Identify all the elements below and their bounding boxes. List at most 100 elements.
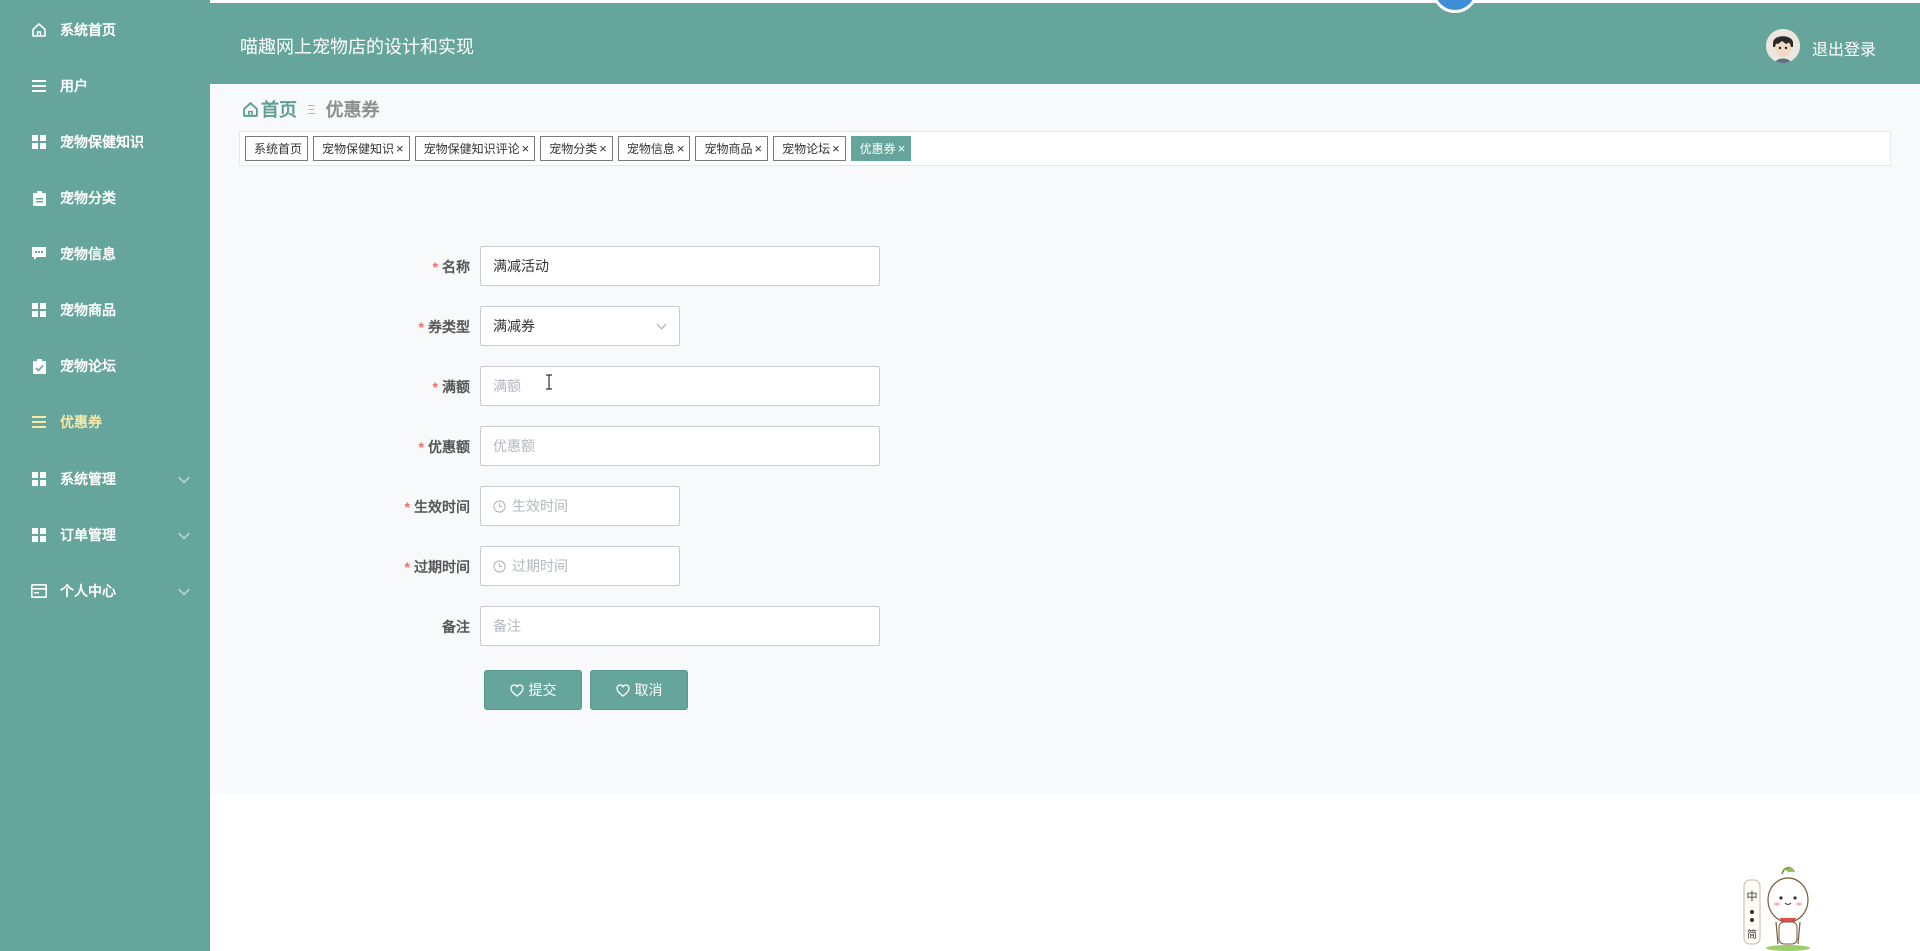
- sidebar-item-label: 宠物论坛: [60, 358, 116, 374]
- coupon-type-select[interactable]: 满减券: [480, 306, 680, 346]
- tab-label: 宠物保健知识: [322, 142, 395, 156]
- cancel-label: 取消: [634, 682, 663, 698]
- tab-label: 宠物论坛: [782, 142, 831, 156]
- name-field[interactable]: [480, 246, 880, 286]
- chevron-down-icon: [178, 527, 190, 540]
- logout-button[interactable]: 退出登录: [1812, 36, 1876, 60]
- close-icon[interactable]: ×: [396, 141, 404, 156]
- chevron-down-icon: [656, 319, 667, 330]
- clipboard-icon: [30, 189, 48, 207]
- chevron-down-icon: [178, 471, 190, 484]
- tab-coupon[interactable]: 优惠券 ×: [850, 136, 912, 161]
- heart-icon: [615, 683, 630, 697]
- end-time-label: * 过期时间: [404, 559, 470, 575]
- discount-input[interactable]: [493, 438, 867, 454]
- sidebar-item-label: 系统首页: [60, 22, 116, 38]
- sidebar-item-label: 用户: [60, 78, 88, 94]
- remark-field[interactable]: [480, 606, 880, 646]
- sidebar: 系统首页 用户 宠物保健知识 宠物分类 宠物信息 宠物商品 宠物论坛 优惠券 系…: [0, 0, 210, 951]
- remark-input[interactable]: [493, 618, 867, 634]
- app-title: 喵趣网上宠物店的设计和实现: [240, 37, 474, 57]
- remark-label: 备注: [442, 619, 470, 635]
- grid-icon: [30, 470, 48, 488]
- tab-pet-health[interactable]: 宠物保健知识 ×: [313, 136, 410, 161]
- sidebar-item-pet-forum[interactable]: 宠物论坛: [0, 338, 210, 394]
- grid-icon: [30, 133, 48, 151]
- tab-pet-info[interactable]: 宠物信息 ×: [617, 136, 691, 161]
- svg-text:简: 简: [1747, 928, 1757, 941]
- decorative-circle: [1432, 0, 1478, 13]
- home-icon: [242, 101, 259, 118]
- tab-label: 优惠券: [859, 142, 896, 156]
- chevron-down-icon: [178, 583, 190, 596]
- sidebar-item-label: 优惠券: [60, 414, 102, 430]
- grid-icon: [30, 301, 48, 319]
- sidebar-item-pet-category[interactable]: 宠物分类: [0, 170, 210, 226]
- sidebar-item-home[interactable]: 系统首页: [0, 2, 210, 58]
- breadcrumb-home[interactable]: 首页: [242, 96, 297, 122]
- sidebar-item-coupon[interactable]: 优惠券: [0, 394, 210, 450]
- start-time-input[interactable]: [512, 498, 667, 514]
- discount-label: * 优惠额: [418, 439, 470, 455]
- breadcrumb-current: 优惠券: [325, 100, 380, 120]
- close-icon[interactable]: ×: [832, 141, 840, 156]
- tab-pet-goods[interactable]: 宠物商品 ×: [695, 136, 769, 161]
- card-icon: [30, 582, 48, 600]
- threshold-field[interactable]: [480, 366, 880, 406]
- clipboard-check-icon: [30, 357, 48, 375]
- coupon-type-label: * 券类型: [418, 319, 470, 335]
- end-time-input[interactable]: [512, 558, 667, 574]
- clock-icon: [493, 559, 506, 573]
- tab-pet-forum[interactable]: 宠物论坛 ×: [773, 136, 846, 161]
- tab-label: 宠物信息: [626, 142, 675, 156]
- sidebar-item-label: 系统管理: [60, 471, 116, 487]
- start-time-picker[interactable]: [480, 486, 680, 526]
- submit-label: 提交: [528, 682, 557, 698]
- home-icon: [30, 21, 48, 39]
- tab-label: 系统首页: [254, 142, 303, 156]
- top-header: 喵趣网上宠物店的设计和实现 退出登录: [210, 0, 1920, 84]
- tab-home[interactable]: 系统首页: [245, 136, 309, 161]
- sidebar-item-label: 订单管理: [60, 527, 116, 543]
- start-time-label: * 生效时间: [404, 499, 470, 515]
- list-icon: [30, 413, 48, 431]
- sidebar-item-order-manage[interactable]: 订单管理: [0, 507, 210, 563]
- name-input[interactable]: [493, 258, 867, 274]
- sidebar-item-pet-goods[interactable]: 宠物商品: [0, 282, 210, 338]
- sidebar-item-system-manage[interactable]: 系统管理: [0, 451, 210, 507]
- tab-label: 宠物商品: [704, 142, 753, 156]
- tab-pet-category[interactable]: 宠物分类 ×: [540, 136, 613, 161]
- threshold-label: * 满额: [432, 379, 470, 395]
- tab-label: 宠物分类: [549, 142, 598, 156]
- tab-label: 宠物保健知识评论: [423, 142, 520, 156]
- sidebar-item-label: 宠物分类: [60, 190, 116, 206]
- text-cursor-icon: [546, 374, 552, 390]
- close-icon[interactable]: ×: [754, 141, 762, 156]
- close-icon[interactable]: ×: [898, 141, 906, 156]
- heart-icon: [509, 683, 524, 697]
- sidebar-item-users[interactable]: 用户: [0, 58, 210, 114]
- sidebar-item-pet-info[interactable]: 宠物信息: [0, 226, 210, 282]
- tab-pet-health-comment[interactable]: 宠物保健知识评论 ×: [414, 136, 536, 161]
- sidebar-item-pet-health[interactable]: 宠物保健知识: [0, 114, 210, 170]
- end-time-picker[interactable]: [480, 546, 680, 586]
- coupon-type-value: 满减券: [493, 318, 535, 334]
- sidebar-item-label: 宠物商品: [60, 302, 116, 318]
- chat-icon: [30, 245, 48, 263]
- clock-icon: [493, 499, 506, 513]
- sidebar-item-label: 个人中心: [60, 583, 116, 599]
- cancel-button[interactable]: 取消: [590, 670, 688, 710]
- sidebar-item-label: 宠物信息: [60, 246, 116, 262]
- sidebar-item-personal-center[interactable]: 个人中心: [0, 563, 210, 619]
- discount-field[interactable]: [480, 426, 880, 466]
- submit-button[interactable]: 提交: [484, 670, 582, 710]
- avatar[interactable]: [1766, 29, 1800, 63]
- grid-icon: [30, 526, 48, 544]
- breadcrumb-separator: Ξ: [307, 101, 316, 117]
- close-icon[interactable]: ×: [599, 141, 607, 156]
- close-icon[interactable]: ×: [522, 141, 530, 156]
- mascot-sticker-icon: 中 简: [1743, 867, 1810, 951]
- breadcrumb-home-label: 首页: [261, 100, 297, 120]
- sidebar-item-label: 宠物保健知识: [60, 134, 144, 150]
- close-icon[interactable]: ×: [677, 141, 685, 156]
